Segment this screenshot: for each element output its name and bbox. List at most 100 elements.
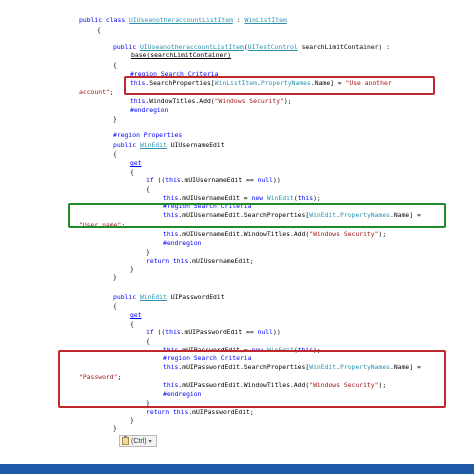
code-token: .mUIPasswordEdit.SearchProperties[	[178, 363, 310, 371]
code-token: this	[165, 328, 181, 336]
code-token: return	[146, 408, 173, 416]
code-token: this	[297, 194, 314, 202]
paste-options-label: (Ctrl)	[131, 437, 147, 445]
code-token: UIUsernameEdit	[166, 141, 225, 149]
code-token: ((	[153, 176, 166, 184]
code-line: {	[113, 61, 117, 69]
code-token: .Name] =	[390, 363, 421, 371]
code-token: );	[378, 381, 387, 389]
code-line: {	[146, 185, 150, 193]
code-token: .WindowTitles.Add(	[145, 97, 215, 105]
code-line: if ((this.mUIUsernameEdit == null))	[146, 176, 281, 184]
code-line: }	[146, 248, 150, 256]
code-line: this.mUIUsernameEdit.SearchProperties[Wi…	[163, 211, 421, 219]
code-line: return this.mUIPasswordEdit;	[146, 408, 254, 416]
code-line: #region Properties	[113, 131, 182, 139]
code-token: this	[163, 211, 179, 219]
code-line: {	[113, 150, 117, 158]
code-line: account";	[79, 88, 114, 96]
code-token: get	[130, 159, 142, 167]
code-token: "Windows Security"	[214, 97, 284, 105]
code-token: #region Search Criteria	[163, 354, 252, 362]
code-token: );	[378, 230, 387, 238]
code-token: public	[113, 141, 140, 149]
code-token: PropertyNames	[340, 211, 391, 219]
code-token: {	[113, 150, 117, 158]
code-line: {	[146, 337, 150, 345]
code-token: :	[232, 16, 245, 24]
code-token: .mUIPasswordEdit;	[188, 408, 254, 416]
code-token: WinEdit	[139, 141, 167, 149]
code-line: }	[113, 424, 117, 432]
code-token: if	[146, 176, 154, 184]
code-token: .Name] =	[310, 79, 346, 87]
code-token: .mUIPasswordEdit =	[178, 346, 252, 354]
code-token: }	[146, 399, 150, 407]
code-token: {	[130, 320, 134, 328]
code-token: UIPasswordEdit	[166, 293, 225, 301]
code-line: }	[130, 265, 134, 273]
code-line: public UIUseanotheraccountListItem(UITes…	[113, 43, 390, 51]
code-line: this.mUIPasswordEdit = new WinEdit(this)…	[163, 346, 321, 354]
code-token: WinEdit	[139, 293, 167, 301]
code-line: }	[113, 115, 117, 123]
code-token: this	[163, 194, 179, 202]
code-line: #endregion	[163, 390, 201, 398]
code-line: {	[130, 320, 134, 328]
code-token: public	[113, 293, 140, 301]
code-token: account"	[79, 88, 110, 96]
code-token: .mUIUsernameEdit.SearchProperties[	[178, 211, 310, 219]
code-token: #region Search Criteria	[130, 70, 219, 78]
code-line: this.mUIPasswordEdit.SearchProperties[Wi…	[163, 363, 421, 371]
code-token: }	[113, 424, 117, 432]
code-token: this	[165, 176, 181, 184]
code-token: PropertyNames	[340, 363, 391, 371]
code-token: #endregion	[163, 239, 202, 247]
chevron-down-icon: ▾	[148, 438, 152, 445]
code-token: WinEdit	[266, 194, 294, 202]
code-token: }	[113, 115, 117, 123]
code-token: }	[130, 265, 134, 273]
code-token: ((	[153, 328, 166, 336]
code-token: UIUseanotheraccountListItem	[129, 16, 233, 24]
code-token: this	[163, 363, 179, 371]
code-line: {	[97, 26, 101, 34]
code-token: this	[172, 408, 189, 416]
code-token: ;	[121, 221, 126, 229]
code-token: if	[146, 328, 154, 336]
code-token: get	[130, 311, 142, 319]
code-document: public class UIUseanotheraccountListItem…	[0, 0, 474, 474]
code-token: null	[257, 176, 273, 184]
code-token: .mUIUsernameEdit.WindowTitles.Add(	[178, 230, 310, 238]
code-token: public	[113, 43, 140, 51]
code-token: }	[130, 416, 134, 424]
code-token: this	[163, 346, 179, 354]
code-token: ;	[117, 373, 122, 381]
code-line: {	[113, 302, 117, 310]
code-token: base(	[131, 51, 151, 59]
code-token: }	[113, 273, 117, 281]
code-token: .mUIUsernameEdit =	[178, 194, 252, 202]
code-token: );	[313, 346, 321, 354]
code-line: get	[130, 311, 142, 319]
code-token: .mUIPasswordEdit.WindowTitles.Add(	[178, 381, 310, 389]
code-token: WinListItem	[244, 16, 287, 24]
code-line: #region Search Criteria	[163, 354, 252, 362]
code-line: }	[146, 399, 150, 407]
code-token: #region Properties	[113, 131, 183, 139]
code-token: );	[313, 194, 321, 202]
code-token: searchLimitContainer) :	[297, 43, 391, 51]
code-line: "Password";	[79, 373, 121, 381]
code-token: this	[163, 230, 179, 238]
paste-options-button[interactable]: (Ctrl) ▾	[119, 435, 157, 447]
code-token: new	[251, 346, 267, 354]
code-token: {	[113, 61, 117, 69]
code-line: this.WindowTitles.Add("Windows Security"…	[130, 97, 292, 105]
code-line: this.SearchProperties[WinListItem.Proper…	[130, 79, 392, 87]
code-token: this	[172, 257, 189, 265]
code-line: get	[130, 159, 142, 167]
code-line: #region Search Criteria	[130, 70, 219, 78]
code-token: .mUIPasswordEdit ==	[180, 328, 258, 336]
code-token: WinEdit	[309, 363, 337, 371]
code-line: {	[130, 168, 134, 176]
